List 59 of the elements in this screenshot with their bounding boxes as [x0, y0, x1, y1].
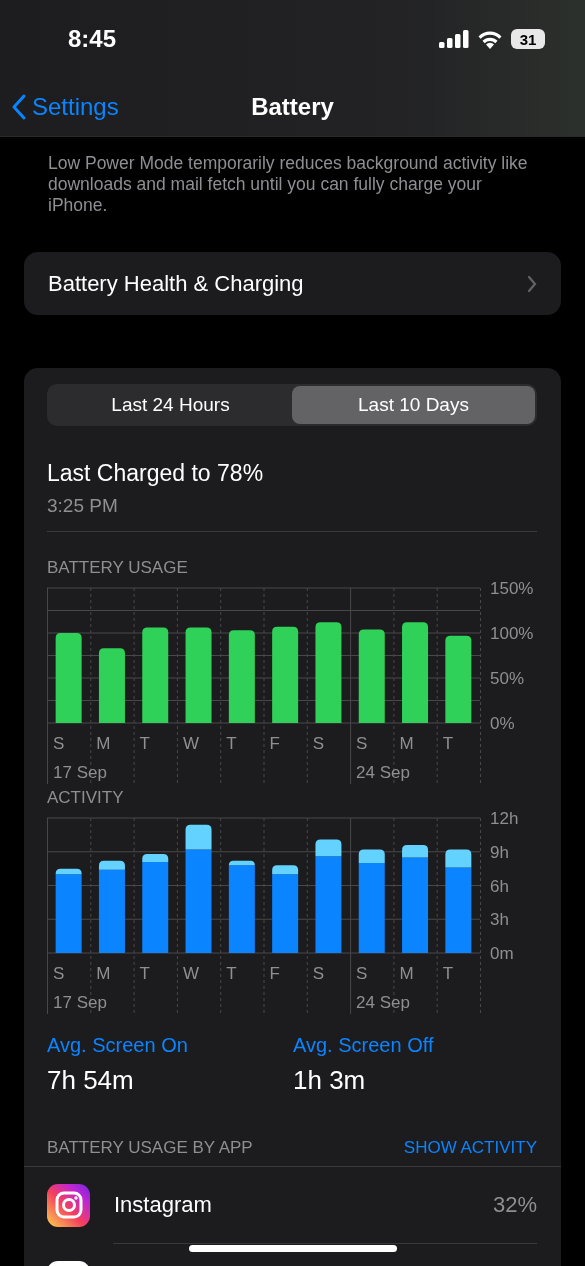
day-label: M: [96, 734, 111, 753]
page-title: Battery: [251, 93, 334, 121]
status-time: 8:45: [68, 25, 117, 53]
date-label: 24 Sep: [356, 993, 410, 1012]
axis-label: 100%: [490, 624, 534, 643]
axis-label: 150%: [490, 579, 534, 598]
back-button[interactable]: Settings: [0, 93, 119, 121]
day-label: F: [269, 964, 280, 983]
day-label: W: [182, 734, 199, 753]
low-power-note: Low Power Mode temporarily reduces background activity like downloads and mail fetch until you can fully charge your iPhone.: [48, 153, 529, 216]
day-label: T: [226, 964, 237, 983]
wifi-icon: [477, 29, 503, 49]
day-label: F: [269, 734, 280, 753]
date-label: 17 Sep: [53, 763, 107, 782]
average-label: Avg. Screen On: [47, 1034, 189, 1057]
day-label: T: [442, 734, 454, 753]
activity-heading: ACTIVITY: [47, 788, 125, 808]
app-row[interactable]: Instagram 32%: [47, 1167, 537, 1243]
axis-label: 9h: [490, 842, 509, 862]
section-heading: BATTERY USAGE BY APP: [47, 1138, 253, 1158]
battery-usage-heading: BATTERY USAGE: [47, 558, 189, 578]
axis-label: 3h: [490, 910, 509, 930]
segment-tab[interactable]: Last 10 Days: [292, 386, 535, 424]
date-label: 17 Sep: [53, 993, 107, 1012]
day-label: W: [182, 964, 199, 983]
average-label: Avg. Screen Off: [293, 1034, 435, 1057]
average-value: 1h 3m: [293, 1065, 367, 1096]
axis-label: 12h: [490, 809, 519, 828]
day-label: S: [312, 734, 325, 753]
day-label: S: [53, 734, 65, 753]
axis-label: 0m: [490, 944, 514, 963]
axis-label: 50%: [490, 669, 525, 688]
day-label: T: [139, 964, 150, 983]
day-label: T: [442, 964, 454, 983]
show-activity-link[interactable]: SHOW ACTIVITY: [403, 1138, 537, 1158]
day-label: T: [139, 734, 150, 753]
day-label: T: [226, 734, 237, 753]
day-label: S: [53, 964, 65, 983]
average-value: 7h 54m: [47, 1065, 135, 1096]
chevron-left-icon: [12, 94, 26, 120]
app-name: Instagram: [114, 1192, 213, 1218]
day-label: M: [96, 964, 111, 983]
day-label: S: [356, 734, 368, 753]
signal-icon: [439, 30, 469, 48]
last-charged-time: 3:25 PM: [47, 495, 119, 517]
axis-label: 0%: [490, 714, 515, 733]
battery-indicator: 31: [511, 29, 545, 49]
chevron-right-icon: [527, 274, 537, 293]
camera-app-icon: [47, 1183, 90, 1227]
day-label: M: [399, 734, 414, 753]
axis-label: 6h: [490, 876, 509, 896]
date-label: 24 Sep: [356, 763, 410, 782]
segment-tab[interactable]: Last 24 Hours: [49, 386, 292, 424]
battery-health-row[interactable]: Battery Health & Charging: [24, 252, 561, 315]
app-share: 32%: [492, 1192, 537, 1218]
day-label: M: [399, 964, 414, 983]
last-charged-title: Last Charged to 78%: [47, 460, 265, 487]
day-label: S: [356, 964, 368, 983]
day-label: S: [312, 964, 325, 983]
